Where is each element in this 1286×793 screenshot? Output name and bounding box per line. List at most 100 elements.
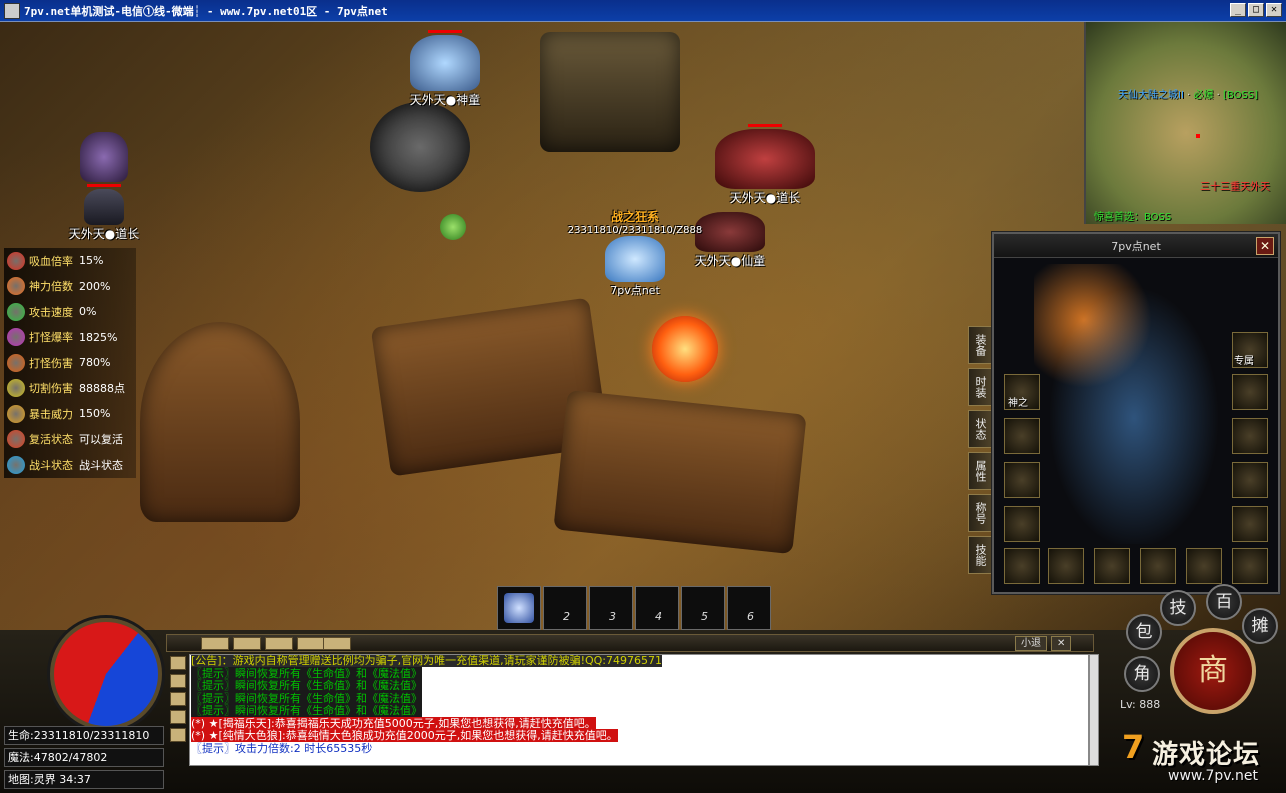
slot-bracelet-right[interactable] (1232, 462, 1268, 498)
equip-close-button[interactable]: ✕ (1256, 237, 1274, 255)
character-button[interactable]: 角 (1124, 656, 1160, 692)
slot-charm[interactable] (1140, 548, 1176, 584)
skill-slot-6[interactable]: 6 (727, 586, 771, 630)
chat-clear-icon[interactable] (170, 728, 186, 742)
fireball-effect (652, 316, 718, 382)
chat-sound-icon[interactable] (170, 656, 186, 670)
stat-value: 15% (79, 254, 104, 268)
chat-channel-button[interactable] (297, 637, 325, 650)
stall-button[interactable]: 摊 (1242, 608, 1278, 644)
chat-message-text: (*) ★[揭福乐天]:恭喜揭福乐天成功充值5000元子,如果您也想获得,请赶快… (191, 716, 596, 730)
chat-channel-button[interactable] (201, 637, 229, 650)
npc-shentong[interactable]: 天外天●神童 (390, 28, 500, 108)
stat-row: 打怪爆率 1825% (4, 324, 136, 350)
stone-drum (370, 102, 470, 192)
npc-name: 天外天●道长 (68, 227, 140, 241)
chat-scrollbar[interactable] (1089, 654, 1099, 766)
npc-hp-bar (748, 124, 782, 127)
npc-name: 天外天●神童 (409, 93, 481, 107)
green-orb-icon[interactable] (440, 214, 466, 240)
slot-bag[interactable] (1232, 548, 1268, 584)
skill-slot-4[interactable]: 4 (635, 586, 679, 630)
minimap-zone-name: 天仙大陆之城II (1118, 90, 1184, 101)
minimap-zone-tag: 必爆 (1193, 90, 1214, 101)
player-name: 7pv点net (610, 284, 660, 297)
blade-icon (7, 379, 25, 398)
slot-belt[interactable] (1004, 548, 1040, 584)
skill-button[interactable]: 技 (1160, 590, 1196, 626)
chat-close-button[interactable]: ✕ (1051, 636, 1072, 651)
chat-filter-icon[interactable] (170, 674, 186, 688)
stat-row: 暴击威力 150% (4, 401, 136, 427)
chat-settings-icon[interactable] (170, 692, 186, 706)
battle-icon (7, 455, 25, 474)
minimap[interactable]: 天仙大陆之城II · 必爆 · [BOSS] 三十三重天外天 惊喜首选：BOSS (1084, 22, 1286, 224)
skill-slot-3[interactable]: 3 (589, 586, 633, 630)
skill-slot-2[interactable]: 2 (543, 586, 587, 630)
skill-slot-1[interactable] (497, 586, 541, 630)
skill-slot-5[interactable]: 5 (681, 586, 725, 630)
slot-amulet[interactable] (1186, 548, 1222, 584)
npc-name: 天外天●道长 (729, 191, 801, 205)
chat-message: (*) ★[纯情大色狼]:恭喜纯情大色狼成功充值2000元子,如果您也想获得,请… (190, 729, 1088, 743)
player-level: Lv: 888 (1120, 698, 1161, 711)
chat-message: 〖提示〗瞬间恢复所有《生命值》和《魔法值》 (190, 679, 1088, 693)
chat-channel-button[interactable] (323, 637, 351, 650)
stat-value: 可以复活 (79, 433, 123, 447)
tab-fashion[interactable]: 时装 (968, 368, 992, 406)
slot-weapon-label: 神之 (1008, 398, 1028, 409)
slot-gem[interactable] (1094, 548, 1130, 584)
logo-url: www.7pv.net (1168, 768, 1258, 784)
npc-sprite (80, 132, 128, 182)
tab-status[interactable]: 状态 (968, 410, 992, 448)
chat-lock-icon[interactable] (170, 710, 186, 724)
player-sprite (605, 236, 665, 282)
bag-button[interactable]: 包 (1126, 614, 1162, 650)
window-controls: _ □ ✕ (1230, 3, 1282, 17)
stat-value: 780% (79, 356, 111, 370)
slot-ring-right[interactable] (1232, 506, 1268, 542)
small-logout-button[interactable]: 小退 (1015, 636, 1047, 651)
chat-message-text: 〖提示〗瞬间恢复所有《生命值》和《魔法值》 (191, 666, 422, 680)
minimap-heaven-label: 三十三重天外天 (1200, 182, 1270, 193)
tab-equipment[interactable]: 装备 (968, 326, 992, 364)
equip-panel-header: 7pv点net (994, 234, 1278, 258)
slot-ring-left[interactable] (1004, 506, 1040, 542)
npc-daozhang-right[interactable]: 天外天●道长 (700, 122, 830, 206)
stat-row: 切割伤害 88888点 (4, 375, 136, 401)
forum-logo: 7 游戏论坛 www.7pv.net (1114, 726, 1286, 793)
slot-helmet[interactable] (1232, 374, 1268, 410)
slot-boots[interactable] (1048, 548, 1084, 584)
tab-skills[interactable]: 技能 (968, 536, 992, 574)
slot-necklace[interactable] (1232, 418, 1268, 454)
buff-stats-panel: 吸血倍率 15% 神力倍数 200% 攻击速度 0% 打怪爆率 1825% 打怪伤害 780% 切割… (4, 248, 136, 478)
chat-message-text: 〖提示〗攻击力倍数:2 时长65535秒 (191, 741, 373, 755)
mp-readout: 魔法:47802/47802 (4, 748, 164, 767)
chat-message: 〖提示〗瞬间恢复所有《生命值》和《魔法值》 (190, 704, 1088, 718)
skill-key: 2 (563, 610, 570, 623)
npc-sprite (715, 129, 815, 189)
chat-message: 〖提示〗攻击力倍数:2 时长65535秒 (190, 741, 1088, 756)
slot-bracelet-left[interactable] (1004, 462, 1040, 498)
stat-label: 暴击威力 (29, 407, 73, 421)
tab-titles[interactable]: 称号 (968, 494, 992, 532)
slot-exclusive-label: 专属 (1234, 356, 1254, 367)
npc-daozhang-left[interactable]: 天外天●道长 (54, 132, 154, 242)
close-button[interactable]: ✕ (1266, 3, 1282, 17)
hundred-button[interactable]: 百 (1206, 584, 1242, 620)
slot-medal[interactable] (1004, 418, 1040, 454)
skill-hotbar: 2 3 4 5 6 (497, 586, 771, 630)
chat-channel-button[interactable] (233, 637, 261, 650)
skill-icon (504, 593, 534, 623)
player-character[interactable]: 战之狂系 23311810/23311810/Z888 7pv点net (560, 208, 710, 298)
chat-log[interactable]: [公告]：游戏内自称管理赠送比例均为骗子,官网为唯一充值渠道,请玩家谨防被骗!Q… (189, 654, 1089, 766)
stat-value: 战斗状态 (79, 458, 123, 472)
hp-readout: 生命:23311810/23311810 (4, 726, 164, 745)
minimap-label: 天仙大陆之城II · 必爆 · [BOSS] (1118, 90, 1259, 101)
minimize-button[interactable]: _ (1230, 3, 1246, 17)
npc-legs (84, 189, 124, 225)
tab-attributes[interactable]: 属性 (968, 452, 992, 490)
maximize-button[interactable]: □ (1248, 3, 1264, 17)
chat-channel-button[interactable] (265, 637, 293, 650)
revive-icon (7, 430, 25, 449)
